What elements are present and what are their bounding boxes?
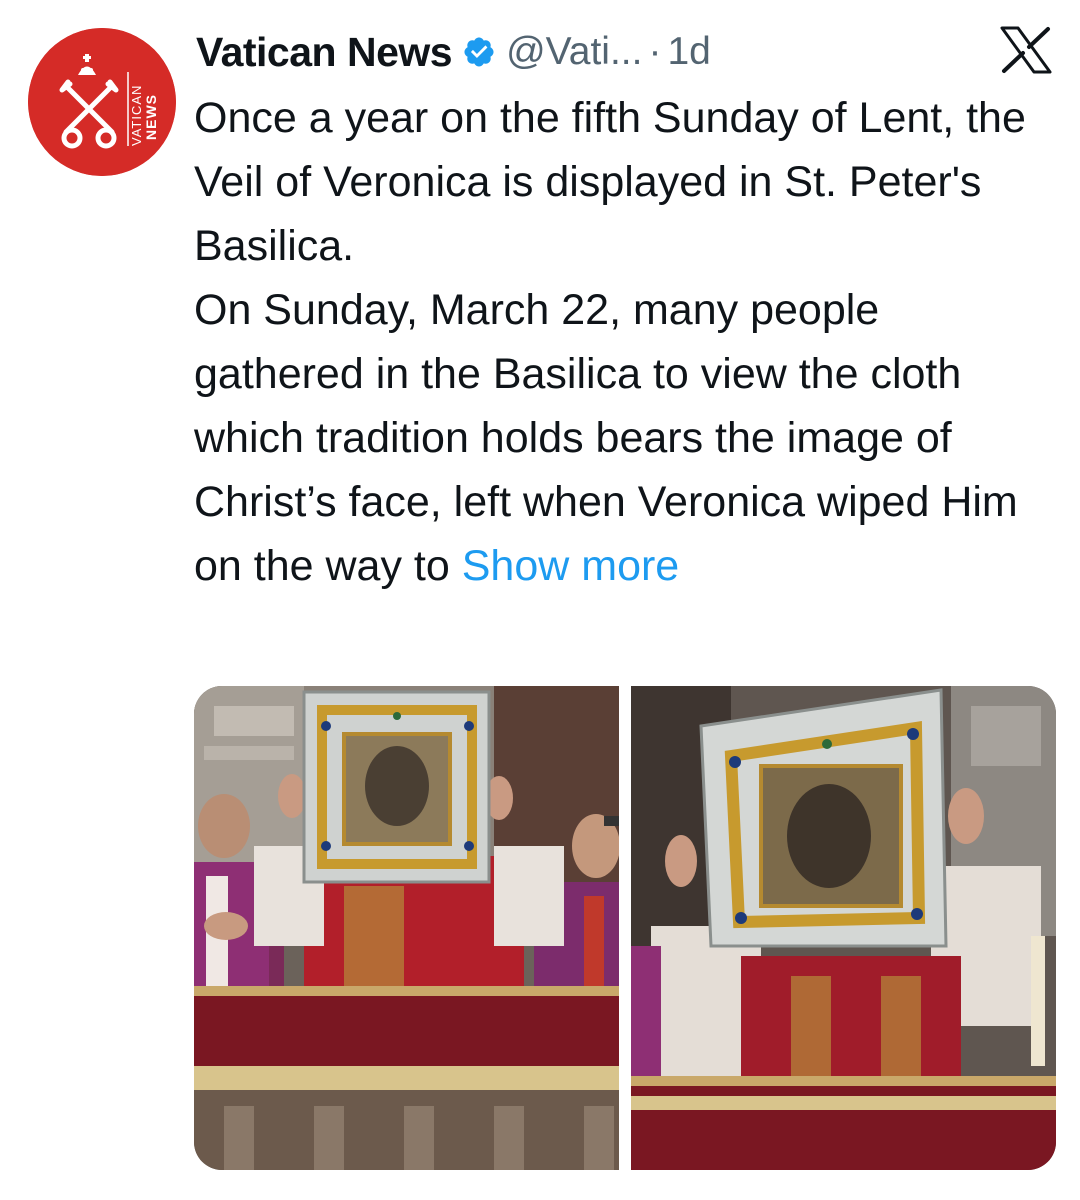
avatar[interactable]: VATICAN NEWS [28, 28, 176, 176]
tweet-header: Vatican News @Vati... · 1d [196, 22, 711, 82]
user-handle[interactable]: @Vati... [506, 30, 642, 74]
tweet-paragraph: Once a year on the fifth Sunday of Lent,… [194, 94, 1026, 270]
show-more-link[interactable]: Show more [462, 542, 679, 590]
verified-badge-icon [464, 37, 494, 67]
display-name[interactable]: Vatican News [196, 29, 453, 76]
veil-reliquary-closeup-photo [631, 686, 1056, 1170]
tweet-text: Once a year on the fifth Sunday of Lent,… [194, 86, 1054, 598]
avatar-line-2: NEWS [143, 94, 159, 140]
papal-keys-icon: VATICAN NEWS [28, 28, 176, 176]
separator-dot: · [648, 30, 662, 73]
media-photo[interactable] [631, 686, 1056, 1170]
clergy-holding-veil-reliquary-photo [194, 686, 619, 1170]
media-grid [194, 686, 1056, 1170]
timestamp[interactable]: 1d [667, 30, 710, 74]
avatar-line-1: VATICAN [129, 85, 144, 146]
media-photo[interactable] [194, 686, 619, 1170]
x-logo-icon[interactable] [998, 26, 1054, 74]
tweet-paragraph: On Sunday, March 22, many people gathere… [194, 278, 1054, 598]
